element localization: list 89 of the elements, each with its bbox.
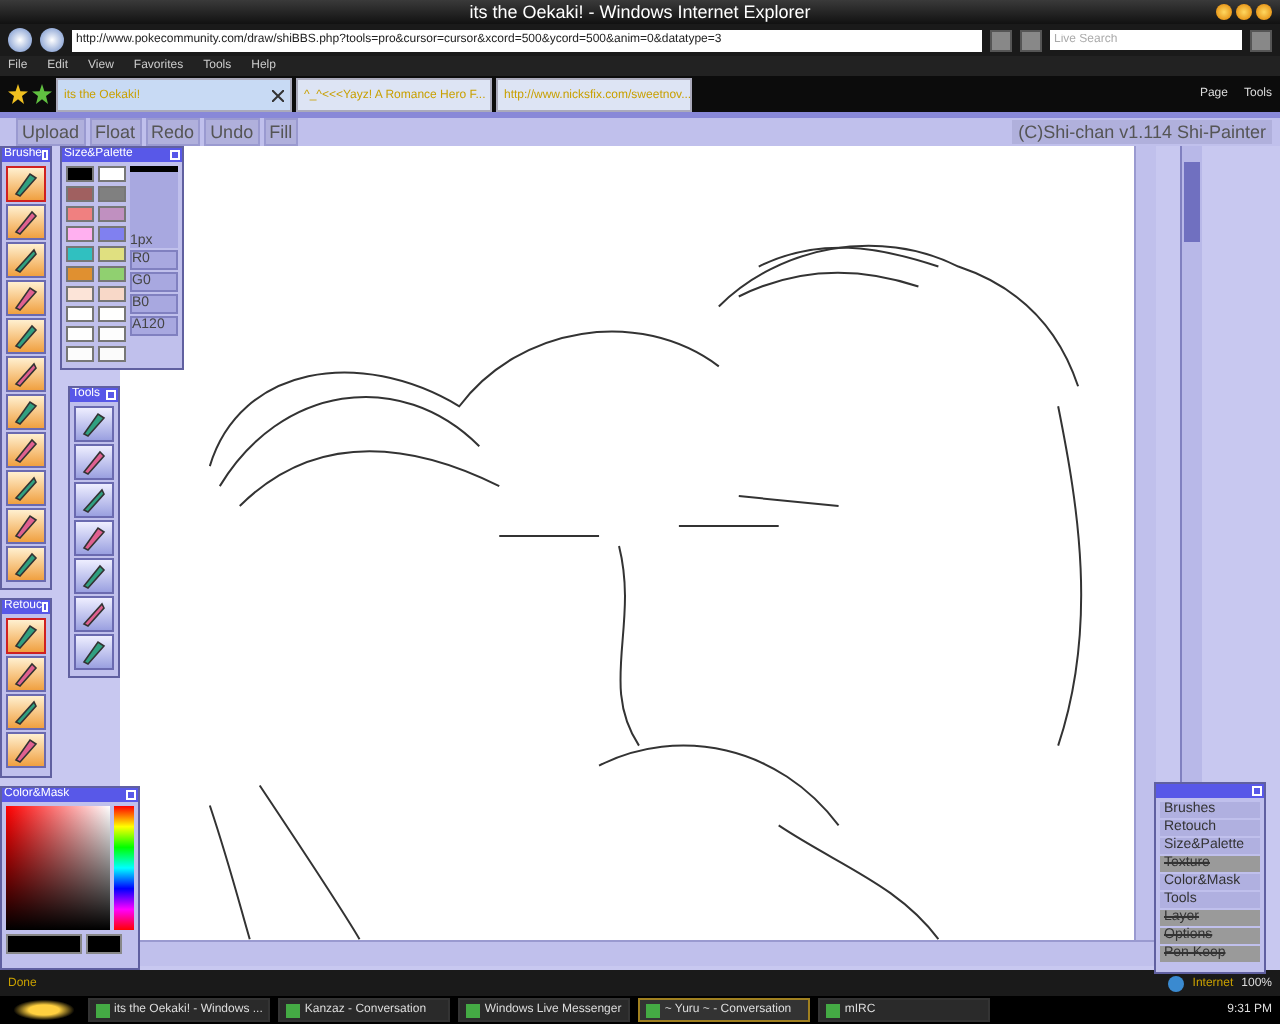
- color-swatch[interactable]: [66, 306, 94, 322]
- color-picker[interactable]: [6, 806, 110, 930]
- color-swatch[interactable]: [98, 186, 126, 202]
- brush-tool-button[interactable]: [6, 166, 46, 202]
- color-swatch[interactable]: [98, 226, 126, 242]
- hue-bar[interactable]: [114, 806, 134, 930]
- retouch-icon: [10, 696, 42, 728]
- color-swatch[interactable]: [66, 346, 94, 362]
- brush-tool-button[interactable]: [6, 546, 46, 582]
- scrollbar-thumb[interactable]: [1184, 162, 1200, 242]
- color-swatch[interactable]: [98, 266, 126, 282]
- brush-tool-button[interactable]: [6, 356, 46, 392]
- color-swatch[interactable]: [66, 326, 94, 342]
- pencil-icon: [10, 282, 42, 314]
- shape-tool-button[interactable]: [74, 482, 114, 518]
- forward-icon[interactable]: [40, 28, 64, 52]
- toolbar-button[interactable]: Upload: [16, 118, 86, 146]
- color-swatch[interactable]: [66, 286, 94, 302]
- globe-icon: [1168, 975, 1185, 991]
- toolbar-button[interactable]: Redo: [145, 118, 201, 146]
- star-icon[interactable]: [8, 84, 28, 104]
- pencil-icon: [10, 396, 42, 428]
- shape-icon: [78, 636, 110, 668]
- scrollbar-track[interactable]: [1134, 146, 1156, 940]
- shape-icon: [78, 598, 110, 630]
- color-swatch[interactable]: [66, 226, 94, 242]
- color-swatch[interactable]: [98, 286, 126, 302]
- color-swatch[interactable]: [98, 206, 126, 222]
- shape-icon: [78, 408, 110, 440]
- color-swatch[interactable]: [98, 346, 126, 362]
- color-swatch[interactable]: [66, 266, 94, 282]
- pencil-icon: [10, 206, 42, 238]
- color-swatch[interactable]: [98, 306, 126, 322]
- color-swatch[interactable]: [66, 206, 94, 222]
- retouch-tool-button[interactable]: [6, 618, 46, 654]
- retouch-icon: [10, 620, 42, 652]
- add-favorite-icon[interactable]: [32, 84, 52, 104]
- color-box[interactable]: [6, 934, 82, 954]
- retouch-icon: [10, 734, 42, 766]
- shape-tool-button[interactable]: [74, 634, 114, 670]
- shape-tool-button[interactable]: [74, 558, 114, 594]
- toolbar-button[interactable]: Fill: [263, 118, 299, 146]
- close-icon[interactable]: [1256, 4, 1272, 20]
- brush-tool-button[interactable]: [6, 280, 46, 316]
- pencil-icon: [10, 510, 42, 542]
- pencil-icon: [10, 358, 42, 390]
- color-swatch[interactable]: [66, 246, 94, 262]
- copyright-label: (C)Shi-chan v1.114 Shi-Painter: [1012, 120, 1272, 144]
- color-swatch[interactable]: [66, 166, 94, 182]
- brush-tool-button[interactable]: [6, 204, 46, 240]
- search-icon[interactable]: [1250, 29, 1272, 51]
- pencil-icon: [10, 434, 42, 466]
- window-title: its the Oekaki! - Windows Internet Explorer: [469, 2, 811, 22]
- color-swatch[interactable]: [98, 246, 126, 262]
- pencil-icon: [10, 548, 42, 580]
- stop-icon[interactable]: [1020, 29, 1042, 51]
- retouch-tool-button[interactable]: [6, 656, 46, 692]
- retouch-tool-button[interactable]: [6, 732, 46, 768]
- brush-tool-button[interactable]: [6, 242, 46, 278]
- toolbar-button[interactable]: Float: [89, 118, 142, 146]
- shape-tool-button[interactable]: [74, 444, 114, 480]
- mask-box[interactable]: [86, 934, 122, 954]
- shape-tool-button[interactable]: [74, 520, 114, 556]
- retouch-icon: [10, 658, 42, 690]
- maximize-icon[interactable]: [1236, 4, 1252, 20]
- brush-tool-button[interactable]: [6, 508, 46, 544]
- shape-tool-button[interactable]: [74, 406, 114, 442]
- color-swatch[interactable]: [98, 166, 126, 182]
- minimize-icon[interactable]: [1216, 4, 1232, 20]
- pencil-icon: [10, 244, 42, 276]
- color-swatch[interactable]: [98, 326, 126, 342]
- back-icon[interactable]: [8, 28, 32, 52]
- brush-tool-button[interactable]: [6, 470, 46, 506]
- pencil-icon: [10, 472, 42, 504]
- shape-icon: [78, 560, 110, 592]
- pencil-icon: [10, 320, 42, 352]
- pencil-icon: [10, 168, 42, 200]
- color-swatch[interactable]: [66, 186, 94, 202]
- toolbar-button[interactable]: Undo: [204, 118, 260, 146]
- brush-tool-button[interactable]: [6, 318, 46, 354]
- brush-tool-button[interactable]: [6, 432, 46, 468]
- retouch-tool-button[interactable]: [6, 694, 46, 730]
- shape-icon: [78, 484, 110, 516]
- refresh-icon[interactable]: [990, 29, 1012, 51]
- shape-tool-button[interactable]: [74, 596, 114, 632]
- shape-icon: [78, 522, 110, 554]
- shape-icon: [78, 446, 110, 478]
- brush-tool-button[interactable]: [6, 394, 46, 430]
- close-icon[interactable]: [272, 89, 284, 101]
